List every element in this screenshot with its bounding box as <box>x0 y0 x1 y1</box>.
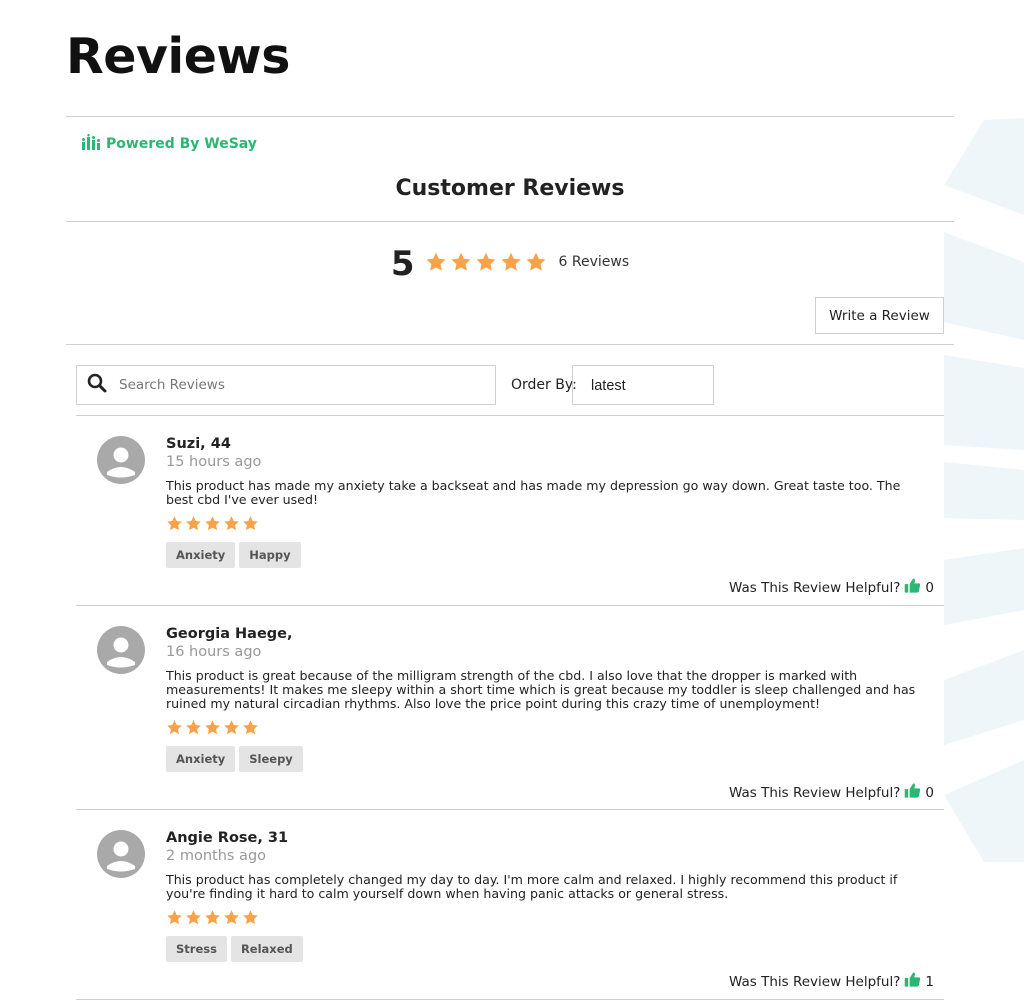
average-stars <box>425 251 547 273</box>
order-by-select[interactable]: latest <box>572 365 714 405</box>
search-icon[interactable] <box>87 373 107 398</box>
page-title: Reviews <box>66 28 290 85</box>
star-icon <box>204 719 221 736</box>
star-icon <box>204 909 221 926</box>
tag[interactable]: Stress <box>166 936 227 962</box>
helpful-count: 1 <box>925 973 934 990</box>
powered-by-link[interactable]: Powered By WeSay <box>82 134 257 154</box>
background-decoration <box>944 0 1024 1000</box>
thumbs-up-icon[interactable] <box>904 971 921 992</box>
review-item: Suzi, 44 15 hours ago This product has m… <box>76 416 944 606</box>
star-icon <box>166 909 183 926</box>
thumbs-up-icon[interactable] <box>904 577 921 598</box>
rating-summary: 5 6 Reviews <box>0 240 1020 284</box>
divider <box>66 344 954 345</box>
helpful-row: Was This Review Helpful? 0 <box>729 782 934 803</box>
reviewer-name: Angie Rose, 31 <box>166 830 289 846</box>
reviewer-name: Georgia Haege, <box>166 626 293 642</box>
review-text: This product has made my anxiety take a … <box>166 478 901 507</box>
tag[interactable]: Anxiety <box>166 746 236 772</box>
review-item: Georgia Haege, 16 hours ago This product… <box>76 606 944 810</box>
helpful-row: Was This Review Helpful? 1 <box>729 971 934 992</box>
review-tags: Stress Relaxed <box>166 936 303 962</box>
review-time: 16 hours ago <box>166 644 262 660</box>
review-item: Angie Rose, 31 2 months ago This product… <box>76 810 944 1000</box>
helpful-count: 0 <box>925 784 934 801</box>
review-text: This product is great because of the mil… <box>166 668 916 711</box>
tag[interactable]: Anxiety <box>166 542 236 568</box>
star-icon <box>166 719 183 736</box>
star-icon <box>475 251 497 273</box>
write-review-button[interactable]: Write a Review <box>815 297 944 334</box>
review-count: 6 Reviews <box>558 254 630 270</box>
star-icon <box>223 909 240 926</box>
search-input[interactable] <box>119 377 479 393</box>
star-icon <box>166 515 183 532</box>
star-icon <box>450 251 472 273</box>
avatar <box>97 436 145 484</box>
reviewer-name: Suzi, 44 <box>166 436 231 452</box>
divider <box>66 221 954 222</box>
tag[interactable]: Happy <box>239 542 301 568</box>
review-stars <box>166 515 259 532</box>
tag[interactable]: Sleepy <box>239 746 303 772</box>
review-time: 2 months ago <box>166 848 267 864</box>
review-stars <box>166 909 259 926</box>
star-icon <box>242 515 259 532</box>
review-stars <box>166 719 259 736</box>
divider <box>66 116 954 117</box>
star-icon <box>185 515 202 532</box>
helpful-row: Was This Review Helpful? 0 <box>729 577 934 598</box>
helpful-count: 0 <box>925 579 934 596</box>
star-icon <box>242 909 259 926</box>
average-rating: 5 <box>390 244 415 284</box>
star-icon <box>500 251 522 273</box>
star-icon <box>525 251 547 273</box>
review-text: This product has completely changed my d… <box>166 872 898 901</box>
star-icon <box>223 719 240 736</box>
star-icon <box>223 515 240 532</box>
tag[interactable]: Relaxed <box>230 936 303 962</box>
star-icon <box>425 251 447 273</box>
avatar <box>97 626 145 674</box>
review-tags: Anxiety Sleepy <box>166 746 303 772</box>
thumbs-up-icon[interactable] <box>904 782 921 803</box>
avatar <box>97 830 145 878</box>
helpful-label: Was This Review Helpful? <box>728 973 901 990</box>
helpful-label: Was This Review Helpful? <box>728 784 901 801</box>
order-by-label: Order By: <box>511 377 577 393</box>
star-icon <box>185 909 202 926</box>
star-icon <box>185 719 202 736</box>
section-title: Customer Reviews <box>395 176 625 201</box>
wesay-logo-icon <box>82 134 100 154</box>
star-icon <box>204 515 221 532</box>
powered-by-label: Powered By WeSay <box>106 136 257 152</box>
search-box <box>76 365 496 405</box>
review-time: 15 hours ago <box>166 454 262 470</box>
helpful-label: Was This Review Helpful? <box>728 579 901 596</box>
star-icon <box>242 719 259 736</box>
review-tags: Anxiety Happy <box>166 542 301 568</box>
